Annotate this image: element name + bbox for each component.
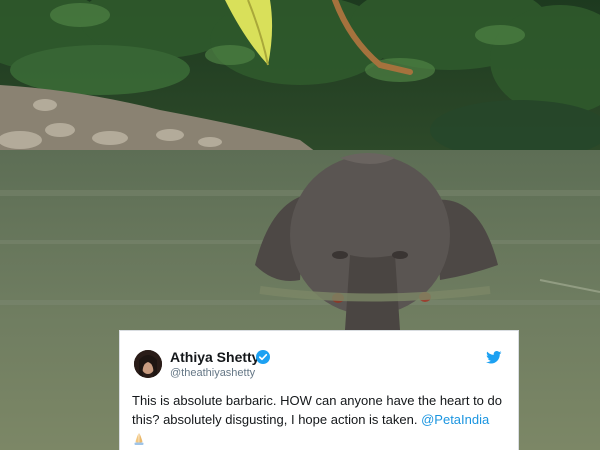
- tweet-text: This is absolute barbaric. HOW can anyon…: [132, 391, 512, 448]
- folded-hands-icon: [134, 433, 144, 445]
- avatar[interactable]: [134, 350, 162, 378]
- tweet-card: Athiya Shetty @theathiyashetty This is a…: [119, 330, 519, 450]
- user-handle[interactable]: @theathiyashetty: [170, 367, 255, 379]
- mention-link[interactable]: @PetaIndia: [421, 412, 489, 427]
- verified-badge-icon: [256, 350, 270, 364]
- display-name[interactable]: Athiya Shetty: [170, 349, 259, 365]
- twitter-bird-icon[interactable]: [486, 351, 502, 364]
